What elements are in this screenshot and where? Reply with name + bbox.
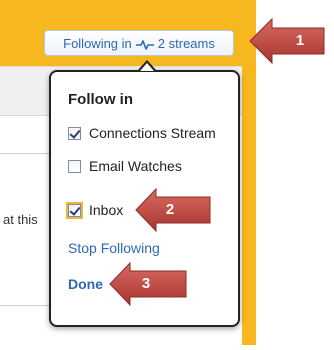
inbox-label: Inbox [89, 202, 124, 218]
email-watches-checkbox[interactable] [68, 159, 81, 173]
email-watches-option[interactable]: Email Watches [68, 158, 182, 174]
callout-number: 1 [295, 32, 305, 49]
following-label: Following in [63, 35, 132, 51]
streams-count-label: 2 streams [157, 35, 215, 51]
inbox-checkbox[interactable] [66, 201, 83, 219]
connections-stream-label: Connections Stream [89, 125, 216, 141]
popup-title: Follow in [68, 91, 133, 108]
stream-pulse-icon [135, 38, 154, 50]
popup-caret-inner [140, 63, 154, 71]
following-streams-button[interactable]: Following in 2 streams [44, 30, 234, 56]
stop-following-link[interactable]: Stop Following [68, 240, 160, 256]
callout-number: 3 [141, 275, 151, 292]
callout-arrow-1: 1 [248, 16, 328, 66]
background-text-fragment: at this [3, 212, 38, 227]
connections-stream-option[interactable]: Connections Stream [68, 125, 216, 141]
inbox-option[interactable]: Inbox [66, 201, 124, 219]
callout-arrow-2: 2 [134, 186, 214, 234]
email-watches-label: Email Watches [89, 158, 182, 174]
callout-arrow-3: 3 [108, 260, 190, 308]
done-link[interactable]: Done [68, 276, 103, 292]
callout-number: 2 [165, 201, 175, 218]
connections-stream-checkbox[interactable] [68, 126, 81, 140]
